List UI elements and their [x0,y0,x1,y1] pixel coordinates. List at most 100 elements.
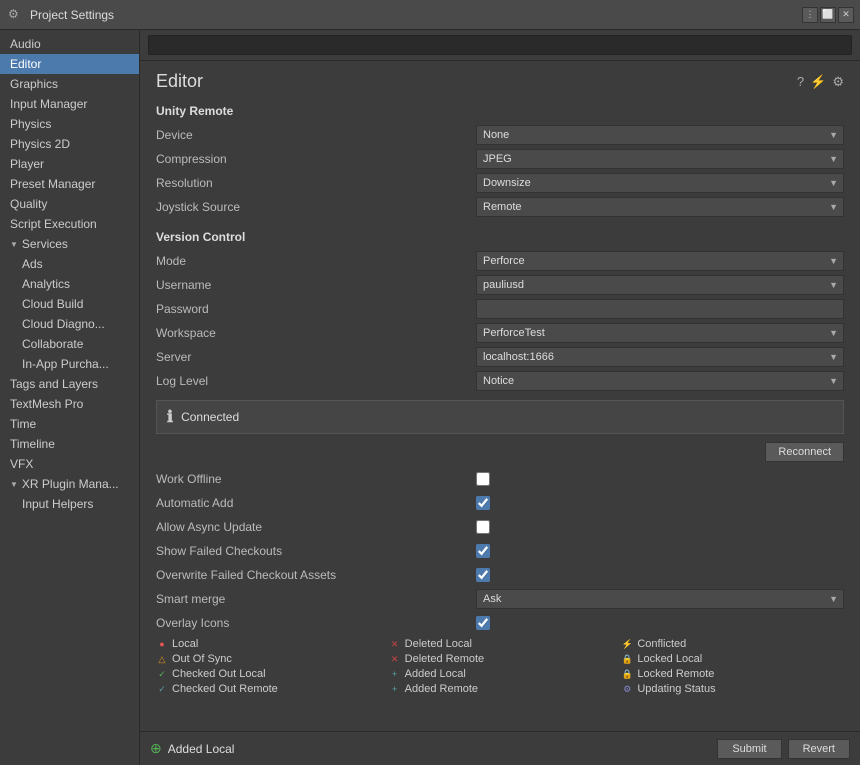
password-input[interactable] [476,299,844,319]
sidebar-item-collaborate[interactable]: Collaborate [0,334,139,354]
checked-out-remote-icon: ✓ [156,683,168,695]
sidebar-item-timeline[interactable]: Timeline [0,434,139,454]
sidebar-item-input-manager[interactable]: Input Manager [0,94,139,114]
title-bar: ⚙ Project Settings ⋮ ⬜ ✕ [0,0,860,30]
server-control: localhost:1666 ▼ [476,347,844,367]
work-offline-row: Work Offline [156,468,844,490]
mode-row: Mode Perforce ▼ [156,250,844,272]
added-remote-icon: + [389,683,401,695]
submit-button[interactable]: Submit [717,739,781,759]
deleted-local-icon: ✕ [389,638,401,650]
sidebar-item-ads[interactable]: Ads [0,254,139,274]
sidebar-item-editor[interactable]: Editor [0,54,139,74]
smart-merge-row: Smart merge Ask ▼ [156,588,844,610]
device-row: Device None ▼ [156,124,844,146]
bottom-right: Submit Revert [717,739,850,759]
window-menu-btn[interactable]: ⋮ [802,7,818,23]
device-control: None ▼ [476,125,844,145]
allow-async-checkbox[interactable] [476,520,490,534]
out-of-sync-icon: △ [156,653,168,665]
sidebar: Audio Editor Graphics Input Manager Phys… [0,30,140,765]
username-row: Username pauliusd ▼ [156,274,844,296]
overwrite-failed-label: Overwrite Failed Checkout Assets [156,568,476,582]
added-local-icon: + [389,668,401,680]
joystick-source-dropdown[interactable]: Remote [476,197,844,217]
automatic-add-checkbox[interactable] [476,496,490,510]
resolution-dropdown[interactable]: Downsize [476,173,844,193]
overlay-icons-grid: ● Local ✕ Deleted Local ⚡ Conflicted △ O… [156,638,844,695]
window-icon: ⚙ [8,7,24,23]
work-offline-checkbox[interactable] [476,472,490,486]
workspace-control: PerforceTest ▼ [476,323,844,343]
sidebar-item-time[interactable]: Time [0,414,139,434]
work-offline-label: Work Offline [156,472,476,486]
sidebar-item-textmesh-pro[interactable]: TextMesh Pro [0,394,139,414]
updating-status-label: Updating Status [637,683,715,695]
sidebar-item-input-helpers[interactable]: Input Helpers [0,494,139,514]
gear-icon[interactable]: ⚙ [832,74,844,90]
sidebar-item-cloud-build[interactable]: Cloud Build [0,294,139,314]
password-control [476,299,844,319]
overlay-icons-checkbox[interactable] [476,616,490,630]
overwrite-failed-checkbox[interactable] [476,568,490,582]
smart-merge-label: Smart merge [156,592,476,606]
revert-button[interactable]: Revert [788,739,850,759]
sidebar-item-xr-plugin[interactable]: ▼XR Plugin Mana... [0,474,139,494]
server-dropdown[interactable]: localhost:1666 [476,347,844,367]
sidebar-item-cloud-diagnostics[interactable]: Cloud Diagno... [0,314,139,334]
content-area: 🔍 Editor ? ⚡ ⚙ Unity Remote Device [140,30,860,765]
local-label: Local [172,638,198,650]
automatic-add-label: Automatic Add [156,496,476,510]
window-title: Project Settings [30,8,114,22]
mode-control: Perforce ▼ [476,251,844,271]
search-input[interactable] [148,35,852,55]
info-icon: ℹ [167,407,173,427]
deleted-local-label: Deleted Local [405,638,472,650]
password-label: Password [156,302,476,316]
log-level-dropdown[interactable]: Notice [476,371,844,391]
sidebar-item-tags-and-layers[interactable]: Tags and Layers [0,374,139,394]
device-dropdown[interactable]: None [476,125,844,145]
connected-status: Connected [181,410,239,424]
log-level-row: Log Level Notice ▼ [156,370,844,392]
version-control-header: Version Control [156,230,844,244]
sidebar-item-services[interactable]: ▼Services [0,234,139,254]
workspace-dropdown[interactable]: PerforceTest [476,323,844,343]
help-icon[interactable]: ? [797,74,804,89]
sidebar-item-graphics[interactable]: Graphics [0,74,139,94]
panel-header: Editor ? ⚡ ⚙ [156,71,844,92]
username-dropdown[interactable]: pauliusd [476,275,844,295]
sidebar-item-preset-manager[interactable]: Preset Manager [0,174,139,194]
sidebar-item-analytics[interactable]: Analytics [0,274,139,294]
smart-merge-dropdown[interactable]: Ask [476,589,844,609]
conflicted-icon: ⚡ [621,638,633,650]
out-of-sync-label: Out Of Sync [172,653,232,665]
window-close-btn[interactable]: ✕ [838,7,854,23]
workspace-row: Workspace PerforceTest ▼ [156,322,844,344]
sidebar-item-audio[interactable]: Audio [0,34,139,54]
panel-title: Editor [156,71,203,92]
window-restore-btn[interactable]: ⬜ [820,7,836,23]
settings-sliders-icon[interactable]: ⚡ [810,74,826,90]
sidebar-item-player[interactable]: Player [0,154,139,174]
log-level-control: Notice ▼ [476,371,844,391]
mode-dropdown[interactable]: Perforce [476,251,844,271]
added-local-text: Added Local [168,742,235,756]
sidebar-item-in-app-purchase[interactable]: In-App Purcha... [0,354,139,374]
log-level-label: Log Level [156,374,476,388]
reconnect-button[interactable]: Reconnect [765,442,844,462]
overlay-checked-out-remote: ✓ Checked Out Remote [156,683,379,695]
sidebar-item-physics-2d[interactable]: Physics 2D [0,134,139,154]
allow-async-control [476,520,844,534]
sidebar-item-quality[interactable]: Quality [0,194,139,214]
overlay-icons-label: Overlay Icons [156,616,476,630]
conflicted-label: Conflicted [637,638,686,650]
checked-out-remote-label: Checked Out Remote [172,683,278,695]
sidebar-item-vfx[interactable]: VFX [0,454,139,474]
show-failed-checkouts-label: Show Failed Checkouts [156,544,476,558]
sidebar-item-script-execution[interactable]: Script Execution [0,214,139,234]
overlay-out-of-sync: △ Out Of Sync [156,653,379,665]
show-failed-checkouts-checkbox[interactable] [476,544,490,558]
sidebar-item-physics[interactable]: Physics [0,114,139,134]
compression-dropdown[interactable]: JPEG [476,149,844,169]
